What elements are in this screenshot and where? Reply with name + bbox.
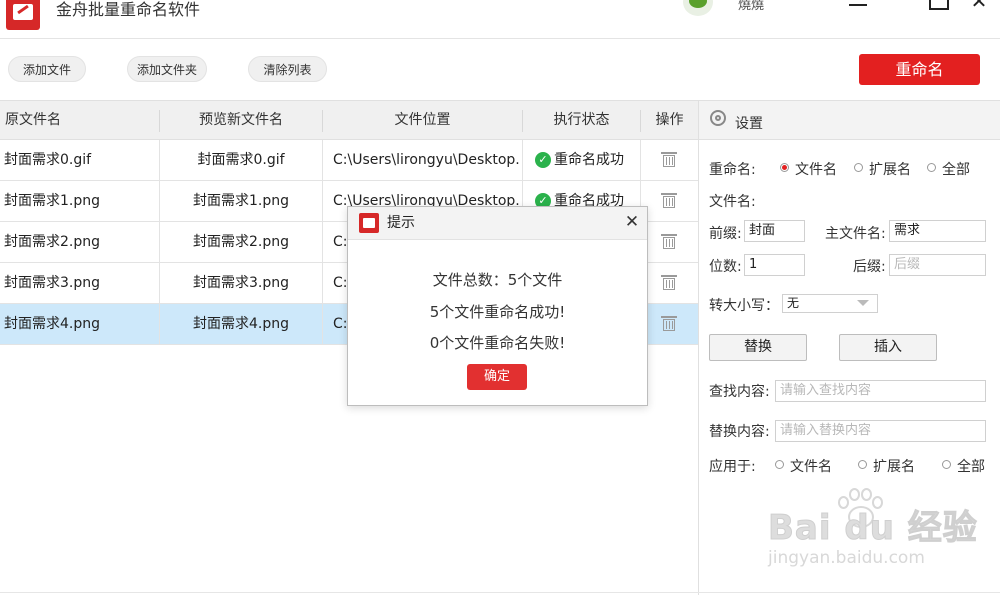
original-name-cell: 封面需求4.png (4, 316, 101, 332)
dialog-header: 提示 ✕ (348, 207, 647, 240)
chevron-down-icon (857, 300, 869, 306)
success-check-icon: ✓ (535, 152, 551, 168)
add-file-button[interactable]: 添加文件 (8, 56, 86, 82)
app-logo-icon (6, 0, 40, 30)
suffix-label: 后缀: (853, 259, 886, 275)
original-name-cell: 封面需求0.gif (4, 152, 92, 168)
minimize-button[interactable] (849, 0, 869, 10)
radio-apply-extension[interactable] (858, 460, 867, 469)
column-original-name[interactable]: 原文件名 (0, 101, 66, 139)
column-location[interactable]: 文件位置 (323, 101, 522, 139)
trash-icon[interactable] (661, 234, 677, 249)
close-icon: ✕ (970, 0, 988, 13)
insert-button[interactable]: 插入 (839, 334, 937, 361)
case-select[interactable]: 无 (782, 294, 878, 313)
preview-name-cell: 封面需求2.png (192, 234, 289, 250)
gear-icon (710, 110, 726, 126)
preview-name-cell: 封面需求3.png (192, 275, 289, 291)
prefix-label: 前缀: (709, 226, 742, 242)
radio-rename-all[interactable] (927, 163, 936, 172)
apply-to-label: 应用于: (709, 459, 756, 475)
add-folder-button[interactable]: 添加文件夹 (127, 56, 207, 82)
column-action[interactable]: 操作 (641, 101, 698, 139)
trash-icon[interactable] (661, 316, 677, 331)
radio-apply-all[interactable] (942, 460, 951, 469)
divider (0, 592, 1000, 593)
dialog-fail-text: 0个文件重命名失败! (429, 334, 566, 352)
prefix-input[interactable]: 封面 (744, 220, 805, 242)
preview-name-cell: 封面需求4.png (192, 316, 289, 332)
trash-icon[interactable] (661, 275, 677, 290)
maximize-button[interactable] (929, 0, 949, 10)
original-name-cell: 封面需求3.png (4, 275, 101, 291)
radio-rename-extension[interactable] (854, 163, 863, 172)
panel-divider (698, 100, 699, 595)
rename-button[interactable]: 重命名 (859, 54, 980, 85)
find-input[interactable]: 请输入查找内容 (775, 380, 986, 402)
radio-label[interactable]: 扩展名 (869, 159, 911, 179)
radio-rename-filename[interactable] (780, 163, 789, 172)
app-title: 金舟批量重命名软件 (56, 0, 201, 19)
radio-label[interactable]: 扩展名 (873, 456, 915, 476)
user-name[interactable]: 燒燒 (738, 0, 764, 13)
trash-icon[interactable] (661, 193, 677, 208)
radio-apply-filename[interactable] (775, 460, 784, 469)
watermark-url: jingyan.baidu.com (768, 548, 925, 568)
digits-input[interactable]: 1 (744, 254, 805, 276)
table-row[interactable]: 封面需求0.gif 封面需求0.gif C:\Users\lirongyu\De… (0, 140, 698, 181)
preview-name-cell: 封面需求0.gif (197, 152, 285, 168)
column-status[interactable]: 执行状态 (523, 101, 640, 139)
status-cell: ✓ 重命名成功 (535, 140, 639, 180)
preview-name-cell: 封面需求1.png (192, 193, 289, 209)
replace-button[interactable]: 替换 (709, 334, 807, 361)
clear-list-button[interactable]: 清除列表 (248, 56, 327, 82)
location-cell: C:\Users\lirongyu\Desktop... (333, 152, 521, 168)
close-icon: ✕ (624, 212, 640, 232)
dialog-total-text: 文件总数：5个文件 (432, 271, 563, 289)
radio-label[interactable]: 文件名 (795, 159, 837, 179)
main-name-label: 主文件名: (825, 226, 886, 242)
settings-title: 设置 (735, 116, 763, 132)
result-dialog: 提示 ✕ 文件总数：5个文件 5个文件重命名成功! 0个文件重命名失败! 确定 (347, 206, 648, 406)
divider (0, 38, 1000, 39)
filename-section-label: 文件名: (709, 194, 756, 210)
find-label: 查找内容: (709, 384, 770, 400)
dialog-close-button[interactable]: ✕ (624, 212, 640, 232)
case-label: 转大小写： (709, 298, 779, 314)
rename-mode-label: 重命名: (709, 162, 756, 178)
app-logo-icon (359, 213, 379, 233)
radio-label[interactable]: 文件名 (790, 456, 832, 476)
dialog-title: 提示 (387, 215, 415, 231)
watermark-text: Bai du 经验 (768, 508, 978, 549)
dialog-success-text: 5个文件重命名成功! (429, 303, 566, 321)
ok-button[interactable]: 确定 (467, 364, 527, 390)
main-name-input[interactable]: 需求 (889, 220, 986, 242)
original-name-cell: 封面需求2.png (4, 234, 101, 250)
radio-label[interactable]: 全部 (942, 159, 970, 179)
replace-content-label: 替换内容: (709, 424, 770, 440)
suffix-input[interactable]: 后缀 (889, 254, 986, 276)
original-name-cell: 封面需求1.png (4, 193, 101, 209)
minimize-icon (849, 4, 867, 6)
digits-label: 位数: (709, 259, 742, 275)
file-table-header: 原文件名 预览新文件名 文件位置 执行状态 操作 (0, 100, 698, 140)
close-window-button[interactable]: ✕ (969, 0, 989, 13)
trash-icon[interactable] (661, 152, 677, 167)
radio-label[interactable]: 全部 (957, 456, 985, 476)
replace-content-input[interactable]: 请输入替换内容 (775, 420, 986, 442)
column-preview-name[interactable]: 预览新文件名 (160, 101, 322, 139)
